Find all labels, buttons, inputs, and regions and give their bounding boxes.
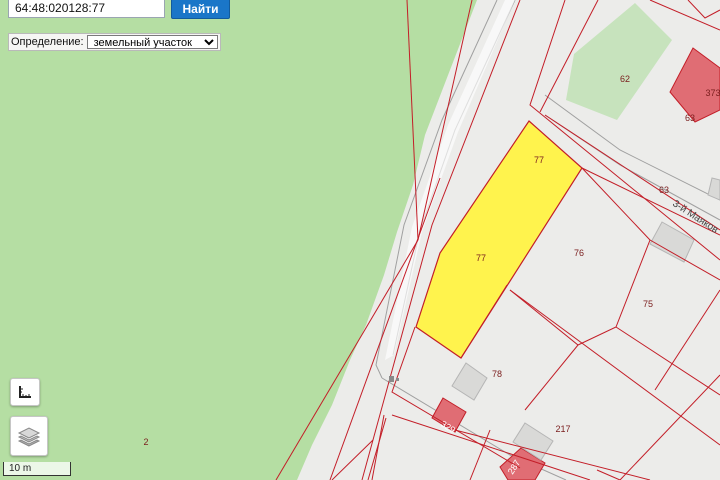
layers-button[interactable] [10,416,48,456]
ruler-icon [19,386,31,398]
parcel-label-76: 76 [574,248,584,258]
parcel-label-62: 62 [620,74,630,84]
search-bar: Найти [0,0,232,20]
measure-button[interactable] [10,378,40,406]
parcel-label-217: 217 [555,424,570,434]
parcel-label-2: 2 [143,437,148,447]
definition-select[interactable]: земельный участок [86,35,218,49]
parcel-label-78: 78 [492,369,502,379]
definition-selector: Определение: земельный участок [8,33,221,51]
cadastral-search-input[interactable] [8,0,165,18]
parcel-label-77: 77 [476,253,486,263]
cadastral-map[interactable]: 77 77 76 75 78 217 62 63 63 2 373 329 28… [0,0,720,480]
search-button[interactable]: Найти [171,0,230,19]
definition-label: Определение: [11,36,84,48]
parcel-label-75: 75 [643,299,653,309]
parcel-label-77-top: 77 [534,155,544,165]
layers-icon [17,427,41,447]
building-label-373: 373 [705,88,720,98]
scale-bar: 10 m [3,462,71,476]
parcel-label-63-upper: 63 [685,113,695,123]
scale-label: 10 m [9,463,32,474]
parcel-label-63-lower: 63 [659,185,669,195]
